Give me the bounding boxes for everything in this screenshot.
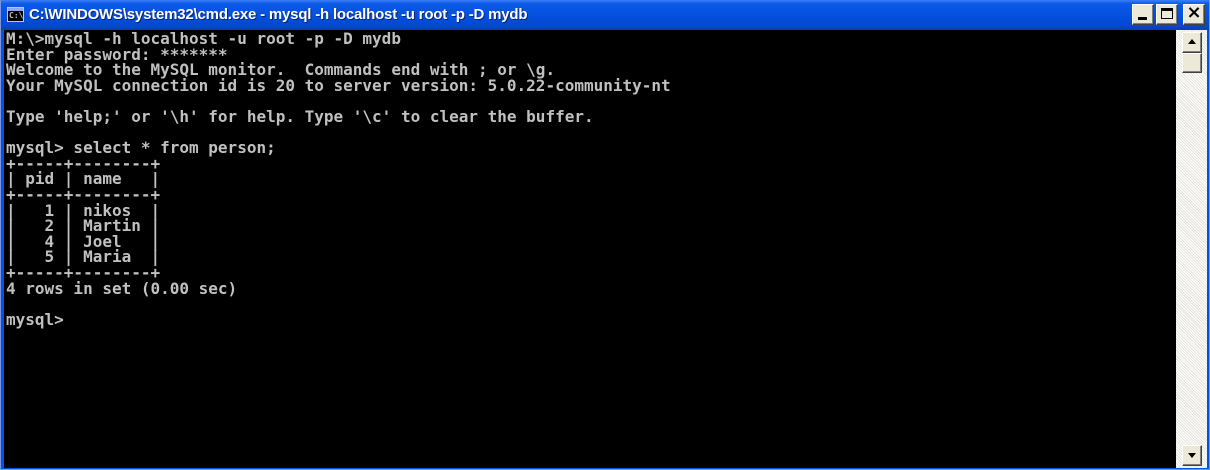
vertical-scrollbar[interactable] [1176,30,1207,468]
scroll-down-button[interactable] [1182,445,1202,466]
close-icon: × [1186,2,1202,23]
maximize-button[interactable] [1156,4,1178,25]
console-line: Type 'help;' or '\h' for help. Type '\c'… [6,106,594,126]
window-title: C:\WINDOWS\system32\cmd.exe - mysql -h l… [29,6,528,23]
scroll-thumb[interactable] [1182,53,1202,73]
console-line: Your MySQL connection id is 20 to server… [6,75,671,95]
scroll-up-arrow-icon [1188,39,1196,44]
maximize-icon [1161,8,1173,19]
scroll-up-button[interactable] [1182,32,1202,53]
minimize-button[interactable] [1132,4,1154,25]
cmd-window: C:\ C:\WINDOWS\system32\cmd.exe - mysql … [0,0,1210,470]
console-line: 4 rows in set (0.00 sec) [6,278,238,298]
cmd-icon-text: C:\ [9,11,24,20]
minimize-icon [1138,17,1147,20]
title-bar[interactable]: C:\ C:\WINDOWS\system32\cmd.exe - mysql … [1,0,1209,30]
scroll-down-arrow-icon [1188,453,1196,458]
console-area[interactable]: M:\>mysql -h localhost -u root -p -D myd… [4,30,1176,468]
console-output: M:\>mysql -h localhost -u root -p -D myd… [6,31,671,329]
console-line: mysql> [6,309,64,329]
close-button[interactable]: × [1183,2,1205,25]
cmd-icon[interactable]: C:\ [7,7,24,22]
